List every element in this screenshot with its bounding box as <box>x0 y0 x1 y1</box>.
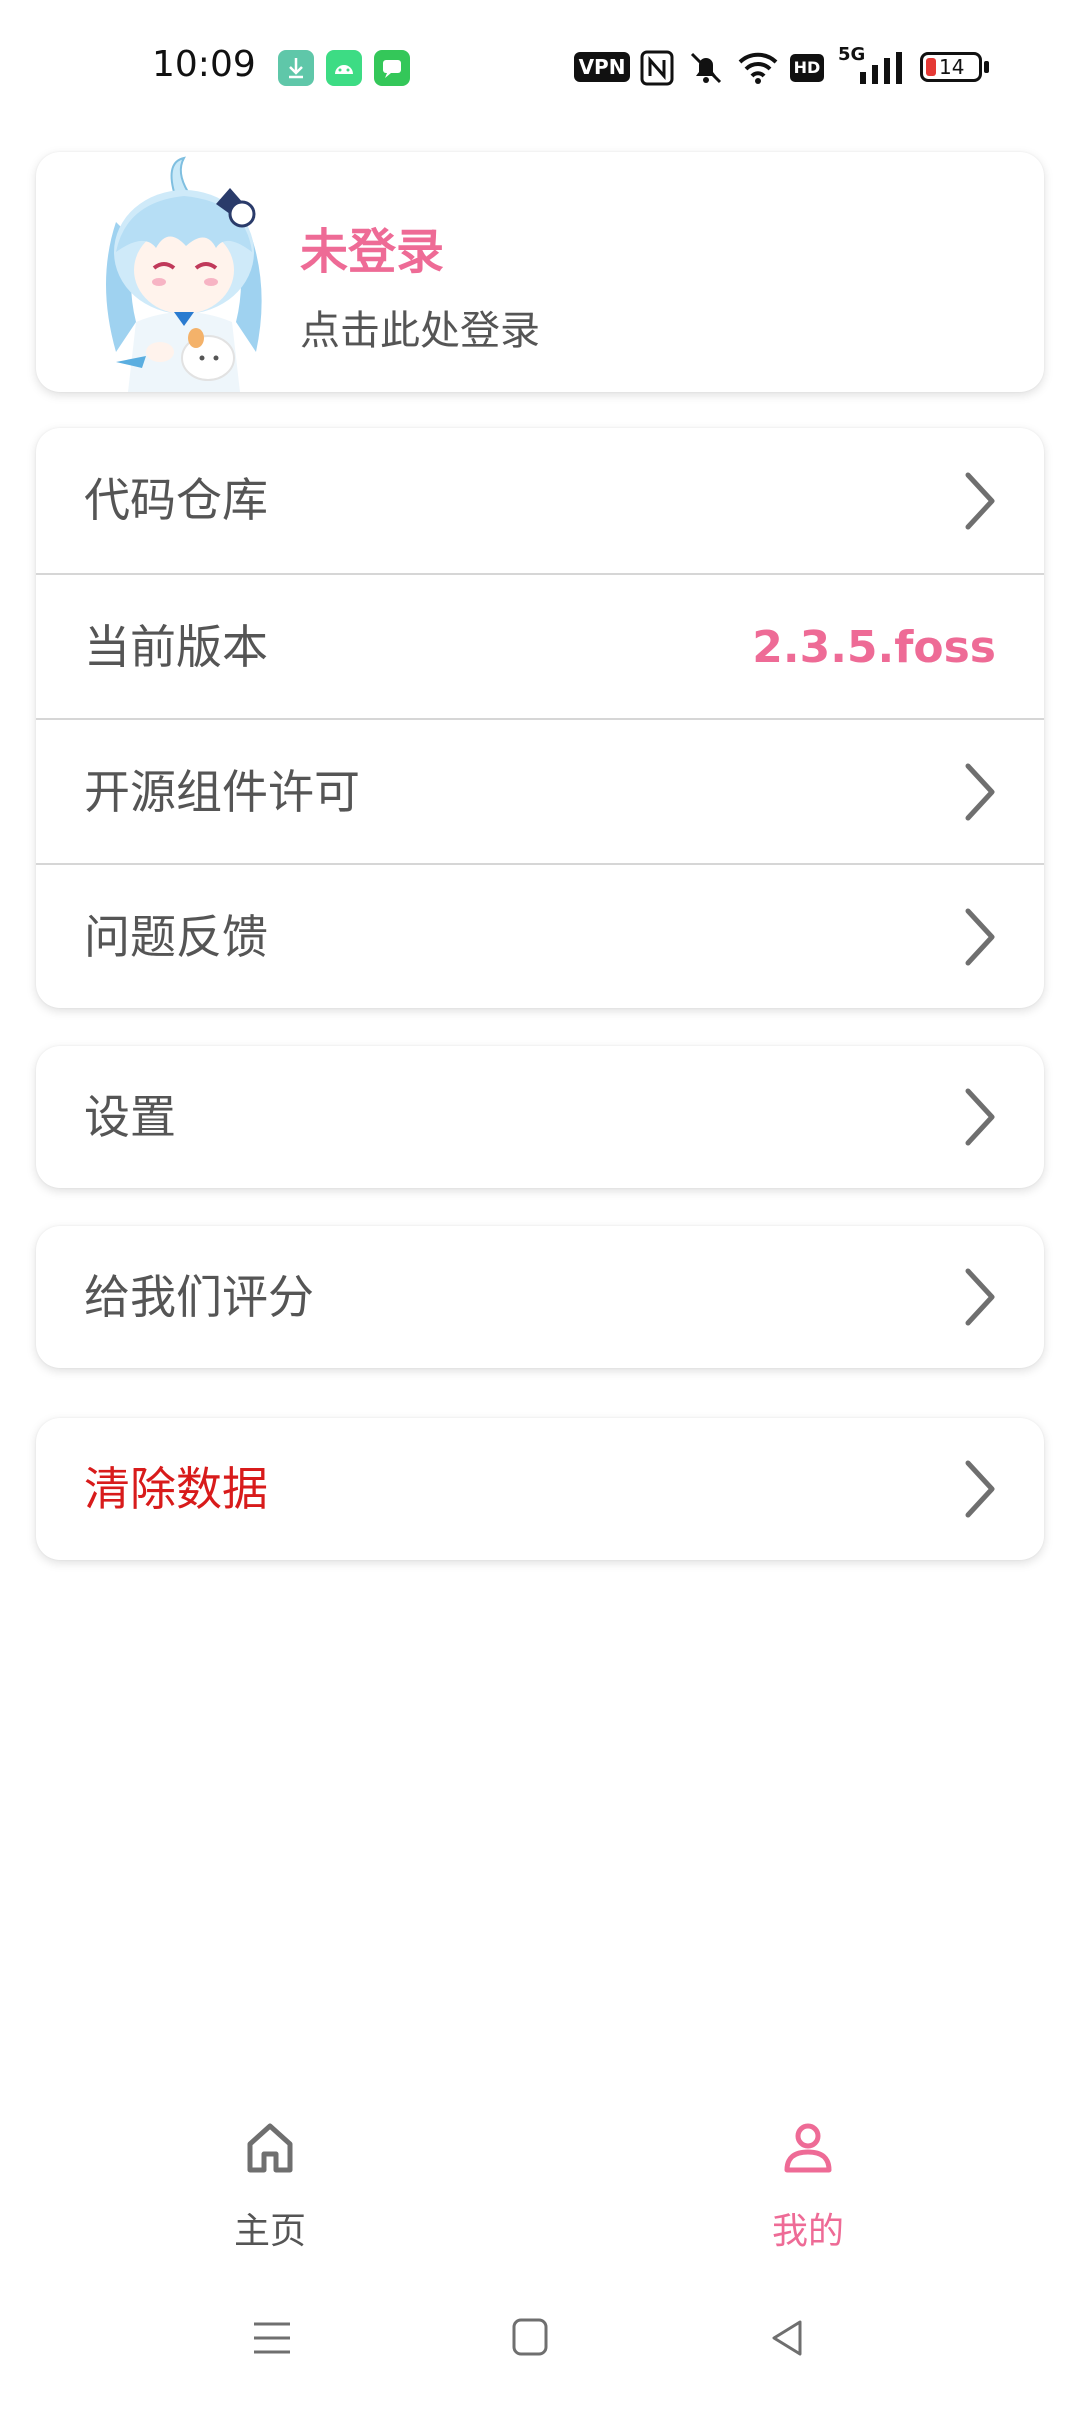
wifi-icon <box>738 52 778 84</box>
battery-icon: 14 <box>920 52 982 82</box>
menu-item-label: 开源组件许可 <box>84 765 360 819</box>
home-button-icon[interactable] <box>510 2316 550 2360</box>
menu-item-label: 给我们评分 <box>84 1270 314 1324</box>
messages-app-icon <box>374 50 410 86</box>
status-time: 10:09 <box>152 44 256 85</box>
chevron-right-icon <box>965 763 995 820</box>
profile-name: 未登录 <box>300 224 445 280</box>
person-icon <box>784 2123 832 2173</box>
chevron-right-icon <box>965 472 995 529</box>
back-icon[interactable] <box>766 2316 810 2360</box>
android-app-icon <box>326 50 362 86</box>
login-prompt[interactable]: 点击此处登录 <box>300 298 540 356</box>
system-navigation-bar <box>0 2290 1080 2412</box>
code-repository-item[interactable]: 代码仓库 <box>36 428 1044 573</box>
menu-item-label: 当前版本 <box>84 620 268 674</box>
nav-mine-label: 我的 <box>771 2211 844 2252</box>
clear-data-card: 清除数据 <box>36 1418 1044 1560</box>
feedback-item[interactable]: 问题反馈 <box>36 863 1044 1008</box>
clear-data-item[interactable]: 清除数据 <box>36 1418 1044 1560</box>
battery-level: 14 <box>939 55 965 79</box>
info-menu-card: 代码仓库 当前版本 2.3.5.foss 开源组件许可 问题反馈 <box>36 428 1044 1008</box>
current-version-item: 当前版本 2.3.5.foss <box>36 573 1044 718</box>
anime-avatar-icon <box>106 156 262 392</box>
battery-tip <box>984 61 989 73</box>
home-icon <box>247 2123 293 2173</box>
menu-item-label: 代码仓库 <box>84 473 268 527</box>
nfc-icon <box>640 50 674 86</box>
status-bar: 10:09 VPN HD 5G 14 <box>0 0 1080 140</box>
nav-home-label: 主页 <box>233 2211 306 2252</box>
menu-item-label: 设置 <box>84 1090 176 1144</box>
profile-card[interactable]: 未登录 点击此处登录 <box>36 152 1044 392</box>
download-app-icon <box>278 50 314 86</box>
mute-icon <box>690 52 722 84</box>
rate-card: 给我们评分 <box>36 1226 1044 1368</box>
nav-home[interactable]: 主页 <box>170 2090 370 2270</box>
hd-icon: HD <box>790 54 824 82</box>
menu-item-label: 问题反馈 <box>84 910 268 964</box>
chevron-right-icon <box>965 1268 995 1326</box>
open-source-licenses-item[interactable]: 开源组件许可 <box>36 718 1044 863</box>
chevron-right-icon <box>965 1088 995 1146</box>
menu-icon[interactable] <box>250 2318 294 2358</box>
nav-mine[interactable]: 我的 <box>708 2090 908 2270</box>
bottom-navigation: 主页 我的 <box>0 2090 1080 2270</box>
chevron-right-icon <box>965 908 995 965</box>
menu-item-label: 清除数据 <box>84 1462 268 1516</box>
version-value: 2.3.5.foss <box>752 622 996 673</box>
rate-us-item[interactable]: 给我们评分 <box>36 1226 1044 1368</box>
settings-item[interactable]: 设置 <box>36 1046 1044 1188</box>
chevron-right-icon <box>965 1460 995 1518</box>
vpn-icon: VPN <box>574 52 630 82</box>
signal-icon <box>860 52 902 84</box>
settings-card: 设置 <box>36 1046 1044 1188</box>
